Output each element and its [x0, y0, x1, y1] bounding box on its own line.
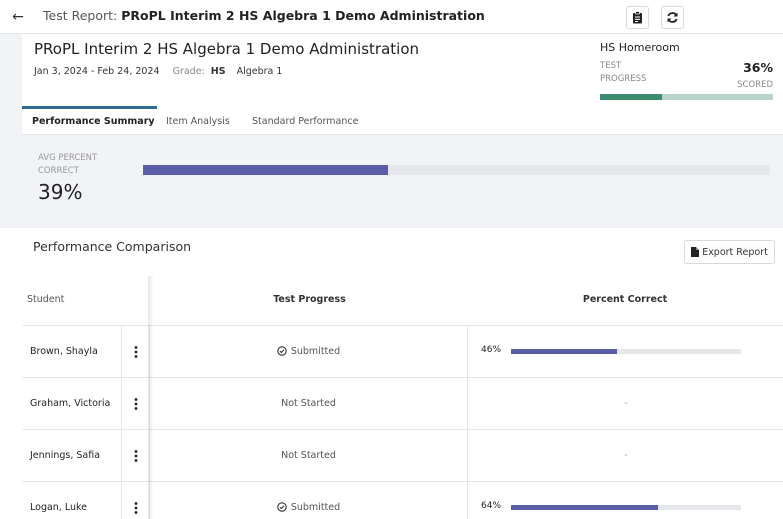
refresh-button[interactable]: [661, 6, 684, 29]
row-menu-button[interactable]: [121, 482, 150, 519]
percent-correct-bar: [511, 505, 741, 510]
grade-label: Grade:: [172, 66, 205, 77]
avg-percent-bar: [143, 165, 770, 175]
avg-percent-value: 39%: [38, 180, 83, 204]
grade-value: HS: [210, 66, 226, 77]
row-menu-button[interactable]: [121, 378, 150, 430]
report-title-name: PRoPL Interim 2 HS Algebra 1 Demo Admini…: [121, 8, 485, 23]
column-header-percent-correct[interactable]: Percent Correct: [467, 294, 783, 305]
test-status-text: Not Started: [281, 398, 336, 409]
table-row: Logan, Luke Submitted 64%: [22, 482, 783, 519]
table-row: Brown, Shayla Submitted 46%: [22, 326, 783, 378]
student-name[interactable]: Brown, Shayla: [30, 346, 98, 357]
column-header-test-progress[interactable]: Test Progress: [152, 294, 467, 305]
test-status: Not Started: [150, 398, 467, 409]
test-progress-bar: [600, 94, 773, 100]
test-progress-label: TEST PROGRESS: [600, 61, 647, 84]
percent-correct-fill: [511, 349, 617, 354]
scored-label: SCORED: [737, 80, 773, 90]
export-report-button[interactable]: Export Report: [684, 240, 775, 264]
tab-performance-summary[interactable]: Performance Summary: [22, 106, 157, 135]
back-arrow-icon[interactable]: ←: [8, 7, 28, 27]
test-status-text: Not Started: [281, 450, 336, 461]
row-menu-button[interactable]: [121, 430, 150, 482]
course-name: Algebra 1: [236, 66, 283, 77]
test-status: Submitted: [150, 346, 467, 357]
export-report-label: Export Report: [702, 246, 768, 258]
table-row: Graham, Victoria Not Started -: [22, 378, 783, 430]
kebab-menu-icon: [134, 346, 137, 358]
check-circle-icon: [277, 346, 287, 356]
table-row: Jennings, Safia Not Started -: [22, 430, 783, 482]
tab-standard-performance[interactable]: Standard Performance: [252, 106, 358, 135]
performance-comparison: Performance Comparison Export Report Stu…: [0, 228, 783, 519]
percent-correct-fill: [511, 505, 659, 510]
homeroom-name: HS Homeroom: [600, 41, 680, 54]
test-header: PRoPL Interim 2 HS Algebra 1 Demo Admini…: [22, 34, 783, 106]
top-bar: ← Test Report: PRoPL Interim 2 HS Algebr…: [0, 0, 783, 34]
kebab-menu-icon: [134, 502, 137, 514]
kebab-menu-icon: [134, 398, 137, 410]
kebab-menu-icon: [134, 450, 137, 462]
percent-correct-value: 46%: [481, 345, 502, 355]
percent-correct-empty: -: [624, 450, 628, 461]
percent-correct-cell: 64%: [467, 482, 783, 519]
percent-correct-bar: [511, 349, 741, 354]
percent-correct-cell: -: [467, 430, 783, 482]
test-status: Not Started: [150, 450, 467, 461]
test-name: PRoPL Interim 2 HS Algebra 1 Demo Admini…: [34, 40, 420, 58]
tab-item-analysis[interactable]: Item Analysis: [166, 106, 230, 135]
avg-percent-summary: AVG PERCENT CORRECT 39%: [22, 136, 783, 228]
test-meta: Jan 3, 2024 - Feb 24, 2024 Grade: HS Alg…: [34, 66, 282, 77]
percent-correct-value: 64%: [481, 501, 502, 511]
avg-percent-fill: [143, 165, 388, 175]
percent-correct-cell: -: [467, 378, 783, 430]
test-dates: Jan 3, 2024 - Feb 24, 2024: [34, 66, 160, 77]
clipboard-button[interactable]: [626, 6, 649, 29]
sticky-column-shadow: [148, 276, 154, 519]
percent-correct-empty: -: [624, 398, 628, 409]
test-status-text: Submitted: [290, 346, 341, 357]
test-progress-percent: 36%: [743, 60, 773, 75]
student-name[interactable]: Jennings, Safia: [30, 450, 100, 461]
student-name[interactable]: Logan, Luke: [30, 502, 87, 513]
refresh-icon: [667, 12, 678, 23]
report-tabs: Performance Summary Item Analysis Standa…: [22, 106, 783, 135]
report-title-prefix: Test Report:: [43, 8, 118, 23]
column-header-student[interactable]: Student: [27, 294, 64, 305]
report-title: Test Report: PRoPL Interim 2 HS Algebra …: [43, 8, 485, 23]
performance-comparison-title: Performance Comparison: [33, 239, 192, 254]
test-status-text: Submitted: [290, 502, 341, 513]
file-icon: [691, 247, 700, 257]
percent-correct-cell: 46%: [467, 326, 783, 378]
test-progress-fill: [600, 94, 663, 100]
clipboard-icon: [633, 11, 642, 24]
row-menu-button[interactable]: [121, 326, 150, 378]
avg-percent-label: AVG PERCENT CORRECT: [38, 153, 98, 176]
test-status: Submitted: [150, 502, 467, 513]
table-header: Student Test Progress Percent Correct: [22, 276, 783, 326]
check-circle-icon: [277, 502, 287, 512]
student-name[interactable]: Graham, Victoria: [30, 398, 110, 409]
